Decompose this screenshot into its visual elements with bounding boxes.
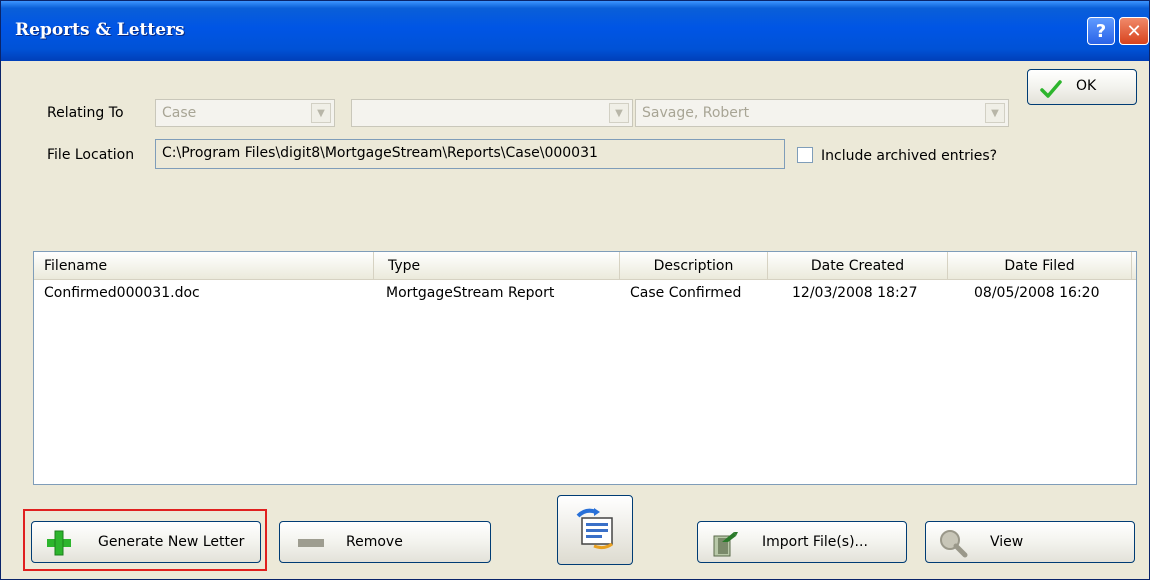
help-button[interactable]: ? [1087, 17, 1115, 45]
cell-date-created: 12/03/2008 18:27 [792, 285, 918, 301]
magnifier-icon [938, 528, 968, 558]
file-location-label: File Location [47, 147, 135, 163]
import-files-button[interactable]: Import File(s)... [697, 521, 907, 563]
column-label: Filename [44, 258, 108, 274]
refresh-document-icon [572, 506, 618, 554]
files-list[interactable]: Filename Type Description Date Created D… [33, 251, 1137, 485]
column-header-date-created[interactable]: Date Created [768, 252, 948, 280]
column-header-type[interactable]: Type [374, 252, 620, 280]
combo-value: Case [162, 105, 197, 121]
minus-icon [298, 539, 324, 547]
cell-description: Case Confirmed [630, 285, 742, 301]
column-label: Type [388, 258, 421, 274]
chevron-down-icon[interactable]: ▼ [311, 103, 331, 123]
relating-to-item-combo[interactable]: ▼ [351, 99, 633, 127]
remove-label: Remove [346, 534, 403, 550]
table-row[interactable]: Confirmed000031.doc MortgageStream Repor… [34, 282, 1134, 306]
relating-to-label: Relating To [47, 105, 124, 121]
plus-icon [46, 530, 72, 556]
column-header-description[interactable]: Description [620, 252, 768, 280]
column-label: Date Created [810, 258, 905, 274]
view-label: View [990, 534, 1024, 550]
close-icon: ✕ [1126, 20, 1142, 42]
cell-date-filed: 08/05/2008 16:20 [974, 285, 1100, 301]
checkmark-icon [1040, 78, 1062, 100]
file-location-value: C:\Program Files\digit8\MortgageStream\R… [162, 145, 598, 161]
column-header-date-filed[interactable]: Date Filed [948, 252, 1132, 280]
include-archived-checkbox[interactable] [797, 147, 813, 163]
generate-label: Generate New Letter [98, 534, 245, 550]
generate-new-letter-button[interactable]: Generate New Letter [31, 521, 261, 563]
ok-button[interactable]: OK [1027, 69, 1137, 105]
view-button[interactable]: View [925, 521, 1135, 563]
import-icon [710, 528, 740, 558]
list-header: Filename Type Description Date Created D… [34, 252, 1136, 280]
close-button[interactable]: ✕ [1119, 17, 1149, 45]
relating-to-type-combo[interactable]: Case ▼ [155, 99, 335, 127]
column-label: Date Filed [1004, 258, 1075, 274]
relating-to-client-combo[interactable]: Savage, Robert ▼ [635, 99, 1009, 127]
ok-label: OK [1076, 78, 1097, 94]
help-icon: ? [1095, 20, 1107, 42]
window-title: Reports & Letters [15, 20, 185, 40]
cell-type: MortgageStream Report [386, 285, 555, 301]
chevron-down-icon[interactable]: ▼ [609, 103, 629, 123]
refresh-document-button[interactable] [557, 495, 633, 565]
reports-letters-window: Reports & Letters ? ✕ OK Relating To Cas… [0, 0, 1150, 580]
column-header-filename[interactable]: Filename [34, 252, 374, 280]
combo-value: Savage, Robert [642, 105, 750, 121]
column-label: Description [653, 258, 734, 274]
include-archived-label: Include archived entries? [821, 148, 998, 164]
file-location-field[interactable]: C:\Program Files\digit8\MortgageStream\R… [155, 139, 785, 169]
remove-button[interactable]: Remove [279, 521, 491, 563]
cell-filename: Confirmed000031.doc [44, 285, 200, 301]
import-label: Import File(s)... [762, 534, 868, 550]
title-bar: Reports & Letters ? ✕ [1, 1, 1149, 61]
chevron-down-icon[interactable]: ▼ [985, 103, 1005, 123]
